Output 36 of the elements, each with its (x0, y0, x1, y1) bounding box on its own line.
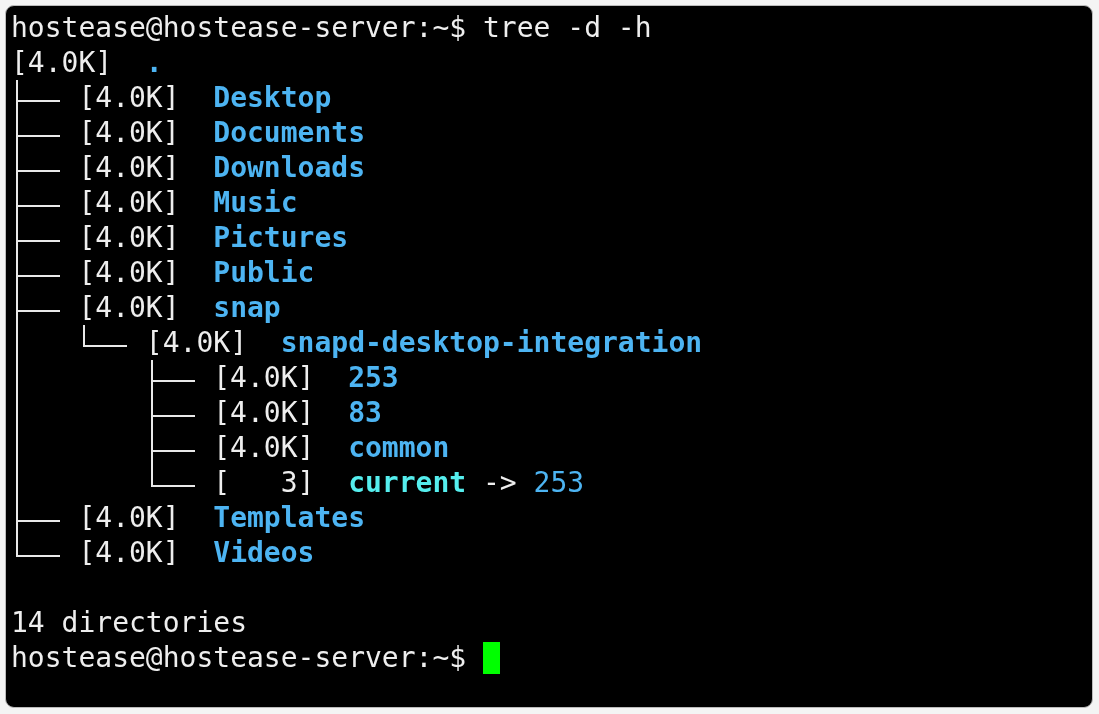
directory-name: 83 (348, 395, 382, 430)
file-size: [4.0K] (213, 395, 315, 430)
directory-name: Downloads (213, 150, 365, 185)
command-text: tree -d -h (483, 10, 652, 45)
symlink-name: current (348, 465, 467, 500)
file-size: [4.0K] (78, 80, 180, 115)
directory-name: Pictures (213, 220, 349, 255)
file-size: [4.0K] (78, 185, 180, 220)
file-size: [ 3] (213, 465, 315, 500)
shell-prompt: hostease@hostease-server:~$ (11, 640, 467, 675)
file-size: [4.0K] (213, 430, 315, 465)
file-size: [4.0K] (213, 360, 315, 395)
file-size: [4.0K] (78, 500, 180, 535)
file-size: [4.0K] (78, 220, 180, 255)
directory-name: Desktop (213, 80, 332, 115)
directory-name: Music (213, 185, 298, 220)
directory-name: snap (213, 290, 281, 325)
directory-name: Documents (213, 115, 365, 150)
file-size: [4.0K] (78, 255, 180, 290)
file-size: [4.0K] (11, 45, 113, 80)
directory-name: 253 (348, 360, 399, 395)
directory-name: Public (213, 255, 315, 290)
file-size: [4.0K] (78, 535, 180, 570)
file-size: [4.0K] (78, 150, 180, 185)
file-size: [4.0K] (78, 115, 180, 150)
directory-name: common (348, 430, 450, 465)
directory-name: Templates (213, 500, 365, 535)
symlink-target: 253 (533, 465, 585, 500)
file-size: [4.0K] (78, 290, 180, 325)
arrow-text: -> (483, 465, 517, 500)
shell-prompt: hostease@hostease-server:~$ (11, 10, 467, 45)
directory-name: Videos (213, 535, 315, 570)
summary-text: 14 directories (11, 605, 247, 640)
file-size: [4.0K] (145, 325, 247, 360)
directory-name: snapd-desktop-integration (280, 325, 703, 360)
directory-name: . (145, 45, 163, 80)
